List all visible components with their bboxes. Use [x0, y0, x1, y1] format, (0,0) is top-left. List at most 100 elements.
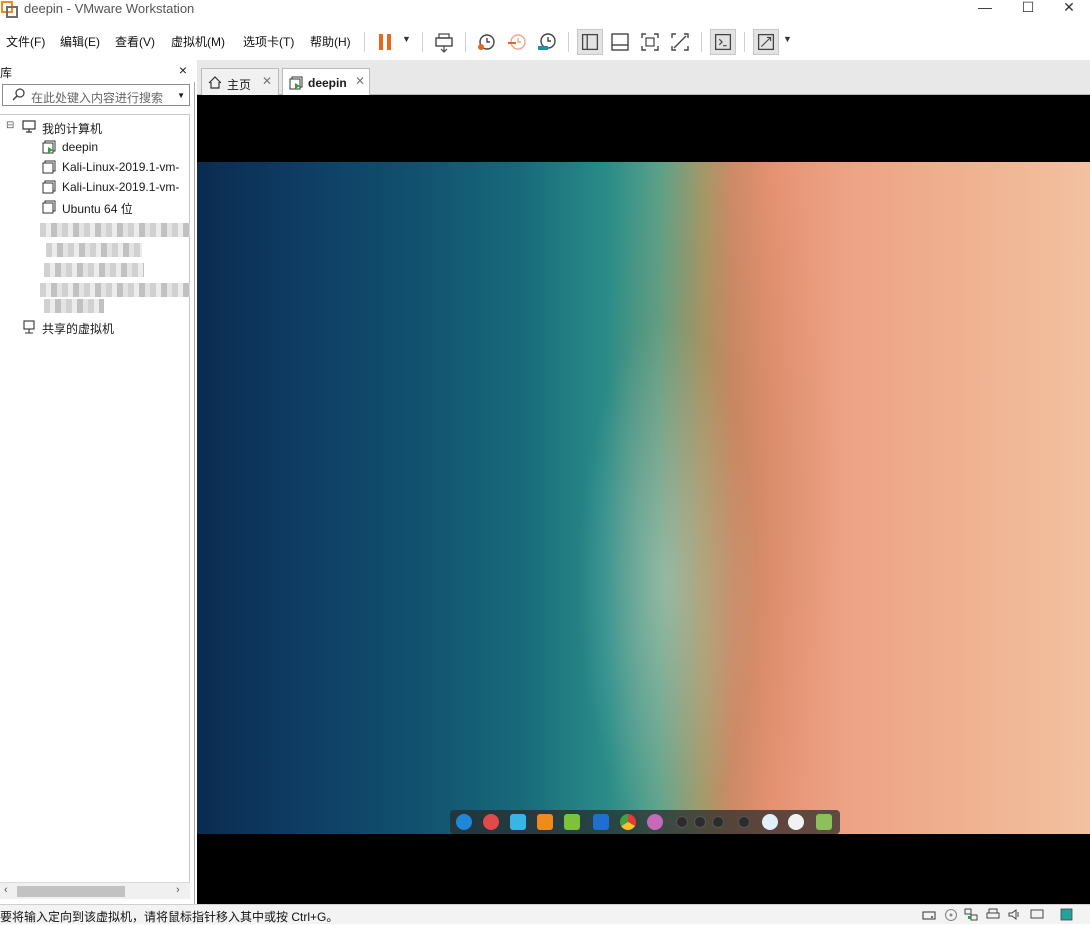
search-icon — [12, 88, 25, 101]
tree-item-shared-vms[interactable]: 共享的虚拟机 — [22, 317, 190, 337]
tree-item-vm[interactable]: Kali-Linux-2019.1-vm- — [40, 177, 190, 197]
power-icon[interactable] — [762, 814, 778, 830]
redacted-item — [44, 263, 144, 277]
scroll-right-icon[interactable]: › — [176, 884, 180, 896]
tab-strip: 主页 ✕ deepin ✕ — [197, 60, 1090, 95]
menu-edit[interactable]: 编辑(E) — [60, 33, 100, 50]
menu-tabs[interactable]: 选项卡(T) — [243, 33, 294, 50]
volume-icon[interactable] — [694, 816, 706, 828]
printer-icon[interactable] — [986, 908, 1000, 921]
tree-label-shared-vms: 共享的虚拟机 — [42, 322, 115, 336]
tree-label-vm: Ubuntu 64 位 — [62, 202, 133, 216]
library-panel: 库 × 在此处键入内容进行搜索 ▼ ⊟ 我的计算机 deepin Kali-Li… — [0, 60, 195, 904]
menu-file[interactable]: 文件(F) — [6, 33, 45, 50]
computer-icon — [22, 120, 36, 133]
hard-disk-icon[interactable] — [922, 908, 936, 921]
home-icon — [208, 76, 222, 89]
stretch-dropdown-icon[interactable]: ▼ — [783, 34, 792, 44]
full-screen-icon[interactable] — [637, 29, 663, 55]
menu-help[interactable]: 帮助(H) — [310, 33, 351, 50]
network-icon[interactable] — [964, 908, 978, 921]
video-icon[interactable] — [593, 814, 609, 830]
chrome-icon[interactable] — [620, 814, 636, 830]
cd-icon[interactable] — [944, 908, 958, 921]
tab-close-icon[interactable]: ✕ — [355, 74, 365, 88]
library-close-button[interactable]: × — [179, 62, 187, 78]
vm-console[interactable] — [197, 95, 1090, 904]
vm-icon — [42, 180, 56, 194]
app-store-icon[interactable] — [537, 814, 553, 830]
vm-icon — [42, 200, 56, 214]
vm-running-icon — [42, 140, 56, 154]
horizontal-scrollbar[interactable]: ‹ › — [0, 882, 190, 899]
tree-item-my-computer[interactable]: ⊟ 我的计算机 — [6, 117, 186, 137]
menu-view[interactable]: 查看(V) — [115, 33, 155, 50]
toolbar-separator — [701, 32, 702, 52]
window-title: deepin - VMware Workstation — [24, 1, 195, 16]
scrollbar-thumb[interactable] — [17, 886, 125, 897]
stretch-guest-icon[interactable] — [753, 29, 779, 55]
file-manager-icon[interactable] — [510, 814, 526, 830]
status-bar: 要将输入定向到该虚拟机，请将鼠标指针移入其中或按 Ctrl+G。 — [0, 904, 1090, 924]
send-ctrl-alt-del-icon[interactable] — [431, 29, 457, 55]
unity-icon[interactable] — [667, 29, 693, 55]
vm-icon — [42, 160, 56, 174]
title-bar: deepin - VMware Workstation — ☐ ✕ — [0, 0, 1090, 22]
clock-icon[interactable] — [788, 814, 804, 830]
sound-icon[interactable] — [1007, 908, 1021, 921]
tree-item-vm[interactable]: Ubuntu 64 位 — [40, 197, 190, 217]
tree-item-vm[interactable]: deepin — [40, 137, 190, 157]
redacted-item — [40, 223, 190, 237]
shared-vm-icon — [23, 320, 35, 334]
screen-recorder-icon[interactable] — [483, 814, 499, 830]
snapshot-manager-icon[interactable] — [534, 29, 560, 55]
search-placeholder: 在此处键入内容进行搜索 — [31, 91, 164, 105]
close-button[interactable]: ✕ — [1046, 0, 1090, 22]
music-icon[interactable] — [564, 814, 580, 830]
toolbar-separator — [465, 32, 466, 52]
redacted-item — [40, 283, 190, 297]
menu-toolbar: 文件(F) 编辑(E) 查看(V) 虚拟机(M) 选项卡(T) 帮助(H) ▼ … — [0, 22, 1090, 60]
message-icon[interactable] — [1060, 908, 1074, 921]
edit-icon[interactable] — [712, 816, 724, 828]
tab-deepin-label: deepin — [308, 76, 347, 90]
tab-home[interactable]: 主页 ✕ — [201, 68, 279, 95]
library-view-icon[interactable] — [577, 29, 603, 55]
snapshot-take-icon[interactable] — [474, 29, 500, 55]
redacted-item — [44, 299, 104, 313]
search-dropdown-icon[interactable]: ▼ — [177, 91, 185, 100]
launcher-icon[interactable] — [456, 814, 472, 830]
minimize-button[interactable]: — — [962, 0, 1008, 22]
vm-tree: ⊟ 我的计算机 deepin Kali-Linux-2019.1-vm- Kal… — [0, 114, 190, 882]
keyboard-icon[interactable] — [676, 816, 688, 828]
tree-label-vm: Kali-Linux-2019.1-vm- — [62, 160, 180, 174]
tree-item-vm[interactable]: Kali-Linux-2019.1-vm- — [40, 157, 190, 177]
library-search-input[interactable]: 在此处键入内容进行搜索 ▼ — [2, 84, 190, 106]
arrow-left-icon[interactable] — [738, 816, 750, 828]
vmware-logo-icon — [1, 1, 18, 18]
redacted-item — [46, 243, 142, 257]
status-message: 要将输入定向到该虚拟机，请将鼠标指针移入其中或按 Ctrl+G。 — [0, 910, 339, 924]
tree-label-vm: Kali-Linux-2019.1-vm- — [62, 180, 180, 194]
menu-vm[interactable]: 虚拟机(M) — [171, 33, 225, 50]
tab-deepin[interactable]: deepin ✕ — [282, 68, 370, 95]
toolbar-separator — [568, 32, 569, 52]
deepin-dock — [450, 810, 840, 834]
display-icon[interactable] — [1030, 908, 1044, 921]
collapse-icon[interactable]: ⊟ — [6, 120, 14, 131]
console-view-icon[interactable] — [710, 29, 736, 55]
thumbnail-bar-icon[interactable] — [607, 29, 633, 55]
pause-icon[interactable] — [372, 29, 398, 55]
tree-label-vm: deepin — [62, 140, 99, 154]
trash-icon[interactable] — [816, 814, 832, 830]
snapshot-revert-icon[interactable] — [504, 29, 530, 55]
scroll-left-icon[interactable]: ‹ — [4, 884, 8, 896]
toolbar-separator — [364, 32, 365, 52]
library-title: 库 — [0, 66, 13, 80]
settings-icon[interactable] — [647, 814, 663, 830]
pause-dropdown-icon[interactable]: ▼ — [402, 34, 411, 44]
vm-running-icon — [289, 76, 303, 90]
maximize-button[interactable]: ☐ — [1005, 0, 1051, 22]
tab-close-icon[interactable]: ✕ — [262, 74, 272, 88]
tab-home-label: 主页 — [227, 78, 252, 92]
